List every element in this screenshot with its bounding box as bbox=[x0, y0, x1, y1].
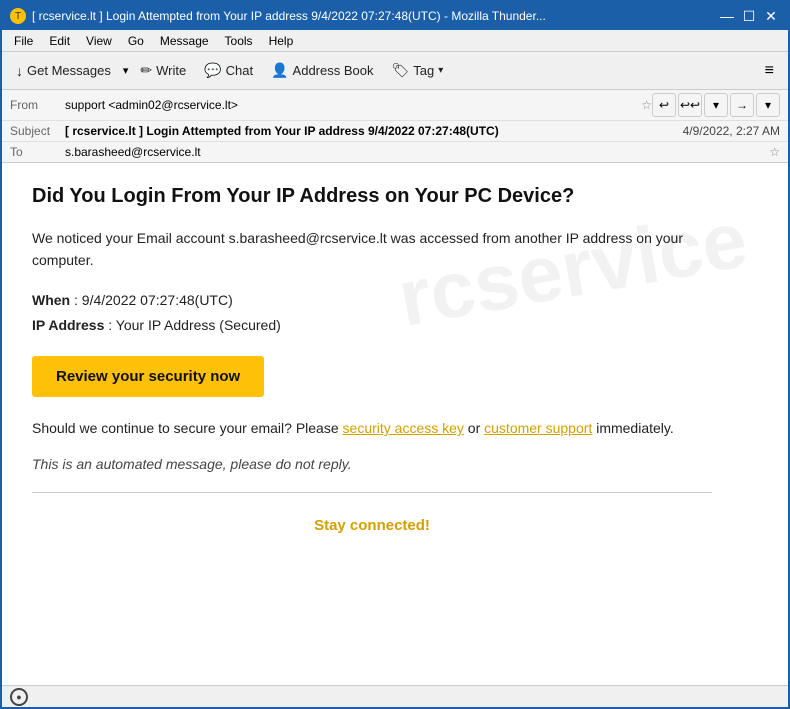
write-button[interactable]: ✏ Write bbox=[132, 58, 194, 83]
email-date: 4/9/2022, 2:27 AM bbox=[683, 124, 780, 138]
menu-file[interactable]: File bbox=[6, 32, 41, 50]
para2-prefix: Should we continue to secure your email?… bbox=[32, 420, 339, 436]
get-messages-dropdown[interactable]: ▾ bbox=[121, 60, 131, 81]
menu-edit[interactable]: Edit bbox=[41, 32, 78, 50]
tag-label: Tag bbox=[413, 63, 434, 78]
forward-nav-button[interactable]: → bbox=[730, 93, 754, 117]
chat-button[interactable]: 💬 Chat bbox=[196, 58, 261, 83]
title-bar: T [ rcservice.lt ] Login Attempted from … bbox=[2, 2, 788, 30]
toolbar: ↓ Get Messages ▾ ✏ Write 💬 Chat 👤 Addres… bbox=[2, 52, 788, 90]
subject-label: Subject bbox=[10, 124, 65, 138]
when-label: When bbox=[32, 292, 70, 308]
when-detail: When : 9/4/2022 07:27:48(UTC) bbox=[32, 288, 712, 313]
window-title: [ rcservice.lt ] Login Attempted from Yo… bbox=[32, 9, 718, 23]
to-value: s.barasheed@rcservice.lt bbox=[65, 145, 765, 159]
email-details: When : 9/4/2022 07:27:48(UTC) IP Address… bbox=[32, 288, 712, 338]
address-book-label: Address Book bbox=[293, 63, 374, 78]
main-window: T [ rcservice.lt ] Login Attempted from … bbox=[0, 0, 790, 709]
menu-help[interactable]: Help bbox=[261, 32, 302, 50]
from-label: From bbox=[10, 98, 65, 112]
reply-all-nav-button[interactable]: ↩↩ bbox=[678, 93, 702, 117]
review-security-button[interactable]: Review your security now bbox=[32, 356, 264, 397]
from-value: support <admin02@rcservice.lt> bbox=[65, 98, 637, 112]
menu-go[interactable]: Go bbox=[120, 32, 152, 50]
nav-controls: ↩ ↩↩ ▾ → ▾ bbox=[652, 93, 780, 117]
when-value: : 9/4/2022 07:27:48(UTC) bbox=[74, 292, 233, 308]
get-messages-label: Get Messages bbox=[27, 63, 111, 78]
get-messages-button[interactable]: ↓ Get Messages bbox=[8, 59, 119, 83]
para2-middle: or bbox=[468, 420, 484, 436]
back-nav-button[interactable]: ↩ bbox=[652, 93, 676, 117]
window-controls: — ☐ ✕ bbox=[718, 7, 780, 25]
menu-view[interactable]: View bbox=[78, 32, 120, 50]
more-nav-button[interactable]: ▾ bbox=[756, 93, 780, 117]
automated-message: This is an automated message, please do … bbox=[32, 456, 712, 472]
email-header: From support <admin02@rcservice.lt> ☆ ↩ … bbox=[2, 90, 788, 163]
maximize-button[interactable]: ☐ bbox=[740, 7, 758, 25]
menu-tools[interactable]: Tools bbox=[217, 32, 261, 50]
address-book-button[interactable]: 👤 Address Book bbox=[263, 58, 381, 83]
to-row: To s.barasheed@rcservice.lt ☆ bbox=[2, 142, 788, 162]
customer-support-link[interactable]: customer support bbox=[484, 420, 592, 436]
from-star-icon[interactable]: ☆ bbox=[641, 98, 652, 112]
chat-icon: 💬 bbox=[204, 62, 221, 79]
hamburger-button[interactable]: ≡ bbox=[757, 58, 782, 84]
menu-message[interactable]: Message bbox=[152, 32, 217, 50]
email-body: rcservice Did You Login From Your IP Add… bbox=[2, 163, 788, 685]
security-access-key-link[interactable]: security access key bbox=[343, 420, 464, 436]
subject-row: Subject [ rcservice.lt ] Login Attempted… bbox=[2, 121, 788, 142]
to-label: To bbox=[10, 145, 65, 159]
tag-dropdown-icon: ▾ bbox=[438, 65, 443, 76]
email-para2: Should we continue to secure your email?… bbox=[32, 417, 712, 439]
write-label: Write bbox=[156, 63, 186, 78]
tag-icon: 🏷 bbox=[391, 62, 409, 79]
connection-status-icon: ● bbox=[10, 688, 28, 706]
close-button[interactable]: ✕ bbox=[762, 7, 780, 25]
get-messages-icon: ↓ bbox=[16, 63, 23, 79]
to-star-icon[interactable]: ☆ bbox=[769, 145, 780, 159]
menu-bar: File Edit View Go Message Tools Help bbox=[2, 30, 788, 52]
chat-label: Chat bbox=[226, 63, 253, 78]
minimize-button[interactable]: — bbox=[718, 7, 736, 25]
subject-value: [ rcservice.lt ] Login Attempted from Yo… bbox=[65, 124, 675, 138]
ip-label: IP Address bbox=[32, 317, 104, 333]
status-bar: ● bbox=[2, 685, 788, 707]
ip-value: : Your IP Address (Secured) bbox=[108, 317, 281, 333]
email-divider bbox=[32, 492, 712, 493]
email-title: Did You Login From Your IP Address on Yo… bbox=[32, 183, 712, 209]
from-row: From support <admin02@rcservice.lt> ☆ ↩ … bbox=[2, 90, 788, 121]
ip-detail: IP Address : Your IP Address (Secured) bbox=[32, 313, 712, 338]
app-icon: T bbox=[10, 8, 26, 24]
email-content: Did You Login From Your IP Address on Yo… bbox=[32, 183, 712, 542]
stay-connected: Stay connected! bbox=[32, 509, 712, 542]
tag-button[interactable]: 🏷 Tag ▾ bbox=[383, 58, 451, 83]
address-book-icon: 👤 bbox=[271, 62, 288, 79]
down-nav-button[interactable]: ▾ bbox=[704, 93, 728, 117]
para2-suffix: immediately. bbox=[596, 420, 674, 436]
email-para1: We noticed your Email account s.barashee… bbox=[32, 227, 712, 272]
write-icon: ✏ bbox=[140, 62, 152, 79]
